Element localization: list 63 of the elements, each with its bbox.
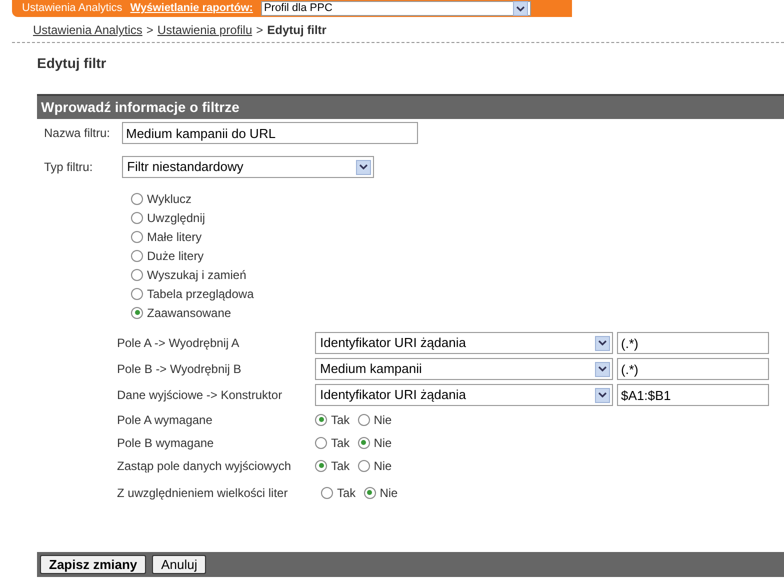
radio-button[interactable] bbox=[358, 414, 370, 426]
option-label: Tabela przeglądowa bbox=[147, 286, 254, 302]
field-label: Zastąp pole danych wyjściowych bbox=[117, 458, 292, 474]
radio-button[interactable] bbox=[315, 414, 327, 426]
option-label: Wyklucz bbox=[147, 190, 192, 208]
filter-name-field[interactable]: Medium kampanii do URL bbox=[122, 122, 418, 144]
caret-icon bbox=[512, 1, 528, 16]
option-label: Nie bbox=[374, 458, 392, 474]
field-select[interactable]: Identyfikator URI żądania bbox=[315, 384, 613, 406]
radio-button[interactable] bbox=[131, 230, 143, 242]
field-label: Typ filtru: bbox=[44, 159, 94, 176]
caret-icon bbox=[356, 160, 371, 174]
pattern-field[interactable]: (.*) bbox=[617, 358, 769, 380]
radio-button[interactable] bbox=[358, 436, 370, 448]
save-button[interactable]: Zapisz zmiany bbox=[40, 555, 146, 574]
field-label: Nazwa filtru: bbox=[44, 125, 112, 142]
field-label: Pole B -> Wyodrębnij B bbox=[117, 361, 242, 378]
radio-button[interactable] bbox=[131, 288, 143, 300]
breadcrumb-current: Edytuj filtr bbox=[267, 22, 326, 39]
field-label: Dane wyjściowe -> Konstruktor bbox=[117, 387, 284, 404]
caret-icon bbox=[595, 336, 610, 350]
radio-button[interactable] bbox=[315, 460, 327, 472]
radio-button[interactable] bbox=[131, 212, 143, 224]
filter-type-select[interactable]: Filtr niestandardowy bbox=[122, 156, 374, 178]
cancel-button[interactable]: Anuluj bbox=[152, 555, 206, 574]
field-label: Z uwzględnieniem wielkości liter bbox=[117, 484, 289, 502]
option-label: Zaawansowane bbox=[147, 304, 232, 322]
breadcrumb-link[interactable]: Ustawienia Analytics bbox=[33, 21, 142, 39]
radio-button[interactable] bbox=[321, 486, 333, 498]
caret-icon bbox=[595, 362, 610, 376]
pattern-field[interactable]: (.*) bbox=[617, 332, 769, 354]
breadcrumb-separator: > bbox=[256, 22, 264, 39]
radio-button[interactable] bbox=[131, 306, 143, 318]
radio-button[interactable] bbox=[358, 460, 370, 472]
radio-button[interactable] bbox=[315, 436, 327, 448]
field-label: Pole A wymagane bbox=[117, 412, 214, 428]
option-label: Tak bbox=[331, 458, 350, 474]
option-label: Tak bbox=[331, 434, 350, 452]
option-label: Nie bbox=[374, 434, 392, 452]
page-title: Edytuj filtr bbox=[37, 54, 108, 73]
option-label: Małe litery bbox=[147, 228, 202, 246]
pattern-field[interactable]: $A1:$B1 bbox=[617, 384, 769, 406]
breadcrumb-separator: > bbox=[146, 22, 154, 39]
field-label: Pole B wymagane bbox=[117, 434, 215, 452]
field-select[interactable]: Medium kampanii bbox=[315, 358, 613, 380]
breadcrumb-link[interactable]: Ustawienia profilu bbox=[157, 21, 252, 39]
field-select[interactable]: Identyfikator URI żądania bbox=[315, 332, 613, 354]
radio-button[interactable] bbox=[131, 250, 143, 262]
option-label: Tak bbox=[331, 412, 350, 428]
caret-icon bbox=[595, 388, 610, 402]
section-header: Wprowadź informacje o filtrze bbox=[37, 94, 784, 119]
option-label: Duże litery bbox=[147, 248, 204, 264]
option-label: Nie bbox=[380, 484, 398, 502]
radio-button[interactable] bbox=[364, 486, 376, 498]
option-label: Uwzględnij bbox=[147, 210, 206, 226]
field-label: Pole A -> Wyodrębnij A bbox=[117, 335, 240, 352]
radio-button[interactable] bbox=[131, 192, 143, 204]
profile-select[interactable]: Profil dla PPC bbox=[260, 1, 531, 16]
option-label: Nie bbox=[374, 412, 392, 428]
radio-button[interactable] bbox=[131, 268, 143, 280]
top-bar-label: Ustawienia Analytics bbox=[22, 1, 122, 16]
option-label: Tak bbox=[337, 484, 356, 502]
option-label: Wyszukaj i zamień bbox=[147, 266, 246, 284]
